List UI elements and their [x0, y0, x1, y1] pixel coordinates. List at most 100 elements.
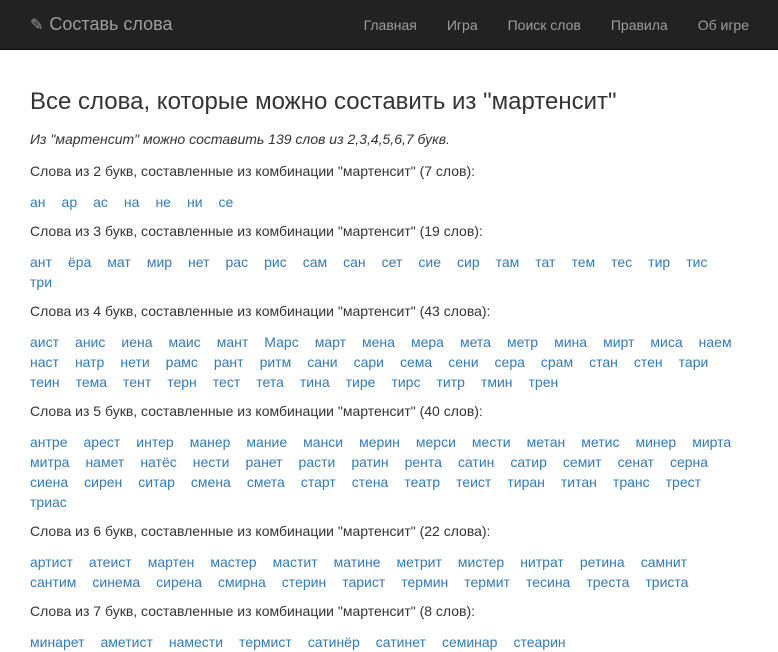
word-link[interactable]: расти [299, 452, 336, 472]
word-link[interactable]: анис [75, 332, 105, 352]
word-link[interactable]: мастер [210, 552, 256, 572]
word-link[interactable]: минарет [30, 632, 84, 652]
word-link[interactable]: ан [30, 192, 46, 212]
word-link[interactable]: мирта [692, 432, 731, 452]
word-link[interactable]: ни [187, 192, 203, 212]
word-link[interactable]: нет [188, 252, 209, 272]
word-link[interactable]: интер [136, 432, 173, 452]
word-link[interactable]: сирен [84, 472, 122, 492]
word-link[interactable]: тмин [481, 372, 513, 392]
word-link[interactable]: сари [354, 352, 384, 372]
word-link[interactable]: тест [213, 372, 240, 392]
word-link[interactable]: сие [418, 252, 441, 272]
word-link[interactable]: наст [30, 352, 59, 372]
word-link[interactable]: термит [464, 572, 510, 592]
word-link[interactable]: титан [561, 472, 597, 492]
word-link[interactable]: манси [303, 432, 343, 452]
word-link[interactable]: мерин [359, 432, 400, 452]
word-link[interactable]: натёс [140, 452, 176, 472]
word-link[interactable]: сатинет [376, 632, 426, 652]
word-link[interactable]: ар [62, 192, 78, 212]
word-link[interactable]: аметист [100, 632, 152, 652]
word-link[interactable]: миса [650, 332, 682, 352]
word-link[interactable]: тирс [391, 372, 420, 392]
word-link[interactable]: теин [30, 372, 60, 392]
word-link[interactable]: тес [611, 252, 632, 272]
word-link[interactable]: синема [92, 572, 140, 592]
word-link[interactable]: сатир [510, 452, 547, 472]
word-link[interactable]: сатин [458, 452, 494, 472]
word-link[interactable]: сенат [618, 452, 654, 472]
word-link[interactable]: сам [303, 252, 327, 272]
word-link[interactable]: мир [147, 252, 172, 272]
word-link[interactable]: стан [589, 352, 618, 372]
word-link[interactable]: рас [226, 252, 249, 272]
word-link[interactable]: сантим [30, 572, 76, 592]
word-link[interactable]: нети [120, 352, 149, 372]
nav-game[interactable]: Игра [432, 0, 493, 50]
word-link[interactable]: тесина [526, 572, 570, 592]
word-link[interactable]: тем [571, 252, 595, 272]
word-link[interactable]: ёра [68, 252, 91, 272]
word-link[interactable]: титр [436, 372, 464, 392]
word-link[interactable]: сан [343, 252, 366, 272]
word-link[interactable]: срам [541, 352, 573, 372]
nav-about[interactable]: Об игре [683, 0, 764, 50]
word-link[interactable]: ранет [246, 452, 283, 472]
word-link[interactable]: намет [85, 452, 124, 472]
word-link[interactable]: ритм [260, 352, 292, 372]
word-link[interactable]: мание [246, 432, 287, 452]
word-link[interactable]: мат [107, 252, 131, 272]
nav-word-search[interactable]: Поиск слов [493, 0, 596, 50]
word-link[interactable]: атеист [89, 552, 132, 572]
word-link[interactable]: наем [699, 332, 732, 352]
word-link[interactable]: тина [300, 372, 330, 392]
word-link[interactable]: ас [93, 192, 108, 212]
word-link[interactable]: термист [239, 632, 292, 652]
word-link[interactable]: рамс [166, 352, 198, 372]
word-link[interactable]: рис [264, 252, 287, 272]
word-link[interactable]: рента [405, 452, 442, 472]
word-link[interactable]: намести [169, 632, 223, 652]
word-link[interactable]: трен [529, 372, 559, 392]
word-link[interactable]: ант [30, 252, 52, 272]
word-link[interactable]: метрит [397, 552, 442, 572]
word-link[interactable]: метан [527, 432, 566, 452]
word-link[interactable]: термин [401, 572, 448, 592]
nav-home[interactable]: Главная [349, 0, 432, 50]
word-link[interactable]: стеарин [513, 632, 565, 652]
word-link[interactable]: теист [456, 472, 491, 492]
word-link[interactable]: смирна [218, 572, 266, 592]
word-link[interactable]: ситар [138, 472, 175, 492]
word-link[interactable]: аист [30, 332, 59, 352]
word-link[interactable]: серна [670, 452, 708, 472]
word-link[interactable]: сени [448, 352, 478, 372]
word-link[interactable]: мистер [458, 552, 504, 572]
word-link[interactable]: триста [645, 572, 688, 592]
word-link[interactable]: март [315, 332, 346, 352]
word-link[interactable]: трест [666, 472, 701, 492]
word-link[interactable]: тета [256, 372, 284, 392]
word-link[interactable]: тире [346, 372, 376, 392]
word-link[interactable]: стерин [282, 572, 326, 592]
word-link[interactable]: тарист [342, 572, 385, 592]
word-link[interactable]: натр [75, 352, 104, 372]
word-link[interactable]: мести [472, 432, 511, 452]
word-link[interactable]: сиена [30, 472, 68, 492]
word-link[interactable]: семинар [442, 632, 498, 652]
word-link[interactable]: стен [634, 352, 663, 372]
word-link[interactable]: мета [460, 332, 491, 352]
word-link[interactable]: метр [507, 332, 538, 352]
word-link[interactable]: метис [581, 432, 619, 452]
word-link[interactable]: сера [495, 352, 525, 372]
word-link[interactable]: сет [382, 252, 403, 272]
word-link[interactable]: артист [30, 552, 73, 572]
word-link[interactable]: триас [30, 492, 67, 512]
word-link[interactable]: се [219, 192, 234, 212]
word-link[interactable]: сирена [156, 572, 202, 592]
word-link[interactable]: мера [411, 332, 444, 352]
word-link[interactable]: мена [362, 332, 395, 352]
word-link[interactable]: самнит [641, 552, 687, 572]
word-link[interactable]: мина [554, 332, 587, 352]
word-link[interactable]: на [124, 192, 140, 212]
